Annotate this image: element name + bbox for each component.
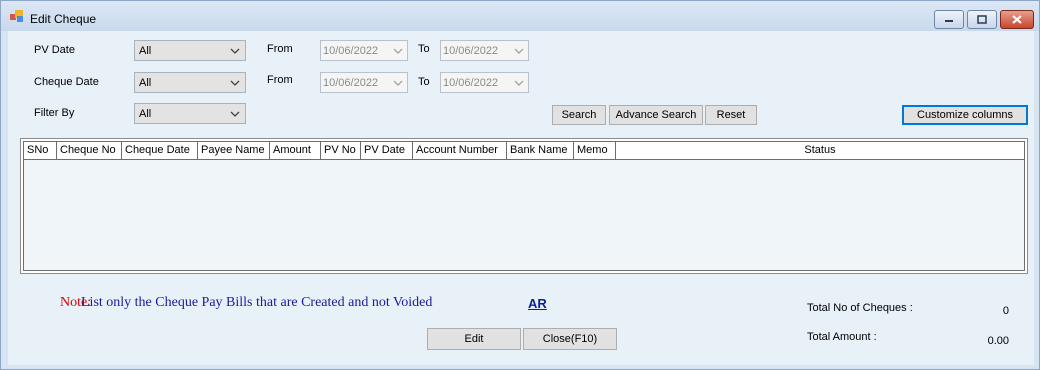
total-amount-label: Total Amount : [807, 331, 877, 343]
close-button[interactable]: Close(F10) [523, 328, 617, 350]
edit-button[interactable]: Edit [427, 328, 521, 350]
customize-columns-button[interactable]: Customize columns [902, 105, 1028, 125]
app-icon [10, 10, 23, 22]
column-header-amount[interactable]: Amount [270, 142, 321, 160]
cheque-date-to-label: To [418, 76, 430, 88]
pv-date-from-picker[interactable]: 10/06/2022 [320, 40, 408, 61]
chevron-down-icon [230, 80, 240, 86]
window-title: Edit Cheque [30, 12, 97, 26]
chevron-down-icon [393, 48, 403, 54]
filter-by-label: Filter By [34, 107, 75, 119]
column-header-payee-name[interactable]: Payee Name [198, 142, 270, 160]
title-bar: Edit Cheque [1, 1, 1039, 31]
column-header-account-number[interactable]: Account Number [413, 142, 507, 160]
search-button[interactable]: Search [552, 105, 606, 125]
total-cheques-value: 0 [1002, 305, 1009, 317]
column-header-bank-name[interactable]: Bank Name [507, 142, 574, 160]
column-header-pv-no[interactable]: PV No [321, 142, 361, 160]
pv-date-to-value: 10/06/2022 [443, 45, 499, 57]
column-header-pv-date[interactable]: PV Date [361, 142, 413, 160]
note-text: List only the Cheque Pay Bills that are … [81, 295, 433, 310]
close-icon [1012, 15, 1022, 24]
advance-search-button[interactable]: Advance Search [609, 105, 703, 125]
pv-date-from-label: From [267, 43, 293, 55]
ar-link[interactable]: AR [528, 296, 547, 311]
total-amount-value: 0.00 [987, 335, 1009, 347]
chevron-down-icon [514, 80, 524, 86]
column-header-sno[interactable]: SNo [24, 142, 57, 160]
column-header-memo[interactable]: Memo [574, 142, 616, 160]
chevron-down-icon [230, 111, 240, 117]
edit-cheque-window: Edit Cheque PV Date All From 10/06/2022 … [0, 0, 1040, 370]
close-window-button[interactable] [1000, 10, 1034, 29]
column-header-cheque-no[interactable]: Cheque No [57, 142, 122, 160]
pv-date-select[interactable]: All [134, 40, 246, 61]
cheque-date-select-value: All [139, 77, 152, 89]
pv-date-from-value: 10/06/2022 [323, 45, 379, 57]
cheque-date-to-value: 10/06/2022 [443, 77, 499, 89]
minimize-button[interactable] [934, 10, 964, 29]
pv-date-label: PV Date [34, 44, 75, 56]
grid-header: SNo Cheque No Cheque Date Payee Name Amo… [24, 142, 1024, 160]
chevron-down-icon [230, 48, 240, 54]
pv-date-to-picker[interactable]: 10/06/2022 [440, 40, 529, 61]
cheque-date-from-value: 10/06/2022 [323, 77, 379, 89]
pv-date-to-label: To [418, 43, 430, 55]
chevron-down-icon [514, 48, 524, 54]
maximize-icon [977, 15, 987, 24]
cheque-date-from-picker[interactable]: 10/06/2022 [320, 72, 408, 93]
filter-by-select[interactable]: All [134, 103, 246, 124]
pv-date-select-value: All [139, 45, 152, 57]
cheque-grid-body[interactable]: SNo Cheque No Cheque Date Payee Name Amo… [23, 141, 1025, 271]
cheque-date-label: Cheque Date [34, 76, 99, 88]
filter-by-select-value: All [139, 108, 152, 120]
minimize-icon [945, 19, 953, 22]
cheque-date-to-picker[interactable]: 10/06/2022 [440, 72, 529, 93]
cheque-grid[interactable]: SNo Cheque No Cheque Date Payee Name Amo… [20, 138, 1028, 274]
total-cheques-label: Total No of Cheques : [807, 302, 913, 314]
reset-button[interactable]: Reset [705, 105, 757, 125]
chevron-down-icon [393, 80, 403, 86]
column-header-cheque-date[interactable]: Cheque Date [122, 142, 198, 160]
cheque-date-select[interactable]: All [134, 72, 246, 93]
maximize-button[interactable] [967, 10, 997, 29]
form-body: PV Date All From 10/06/2022 To 10/06/202… [8, 31, 1034, 365]
column-header-status[interactable]: Status [616, 142, 1024, 160]
cheque-date-from-label: From [267, 74, 293, 86]
